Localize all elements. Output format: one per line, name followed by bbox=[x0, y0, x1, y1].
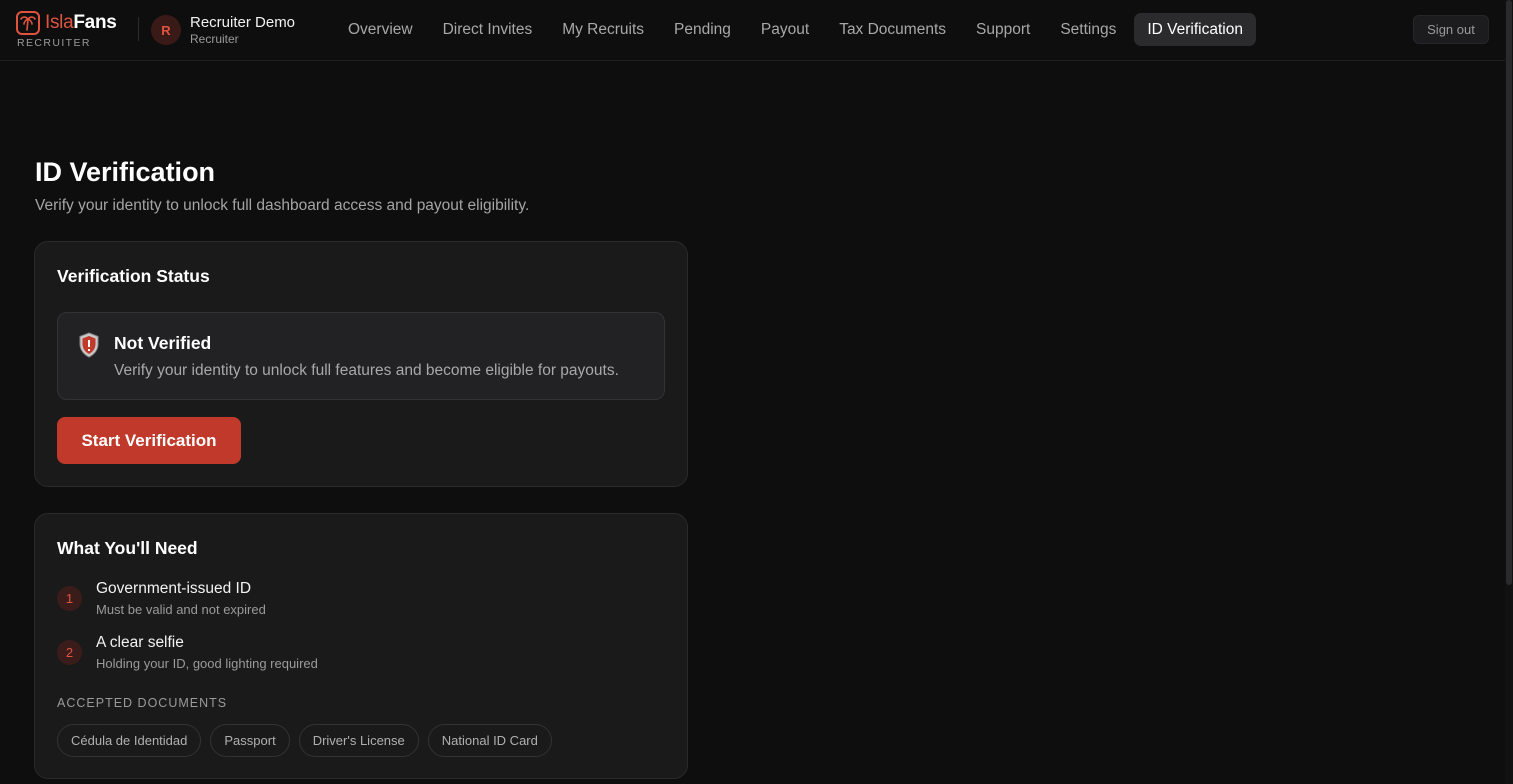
requirement-description: Must be valid and not expired bbox=[96, 602, 266, 617]
nav-item-overview[interactable]: Overview bbox=[333, 13, 428, 46]
status-badge: Not Verified bbox=[114, 333, 212, 353]
list-item: 1 Government-issued ID Must be valid and… bbox=[57, 580, 657, 624]
page-subtitle: Verify your identity to unlock full dash… bbox=[35, 197, 530, 214]
sign-out-button[interactable]: Sign out bbox=[1413, 15, 1489, 44]
nav-item-direct-invites[interactable]: Direct Invites bbox=[428, 13, 548, 46]
brand-logo-link[interactable]: IslaFans RECRUITER bbox=[16, 11, 126, 49]
document-chip: National ID Card bbox=[427, 724, 552, 757]
document-chip: Driver's License bbox=[298, 724, 419, 757]
main-nav: Overview Direct Invites My Recruits Pend… bbox=[333, 13, 1256, 46]
shield-icon bbox=[79, 332, 99, 358]
requirement-title: A clear selfie bbox=[96, 634, 184, 651]
user-name: Recruiter Demo bbox=[190, 14, 296, 31]
status-box: Not Verified Verify your identity to unl… bbox=[57, 312, 665, 400]
user-role: Recruiter bbox=[190, 32, 239, 46]
header-divider bbox=[138, 17, 139, 41]
nav-item-payout[interactable]: Payout bbox=[746, 13, 824, 46]
start-verification-button[interactable]: Start Verification bbox=[57, 417, 241, 464]
verification-status-card: Verification Status Not Verified Verify … bbox=[34, 241, 688, 487]
status-description: Verify your identity to unlock full feat… bbox=[114, 362, 619, 379]
card-title: Verification Status bbox=[57, 266, 210, 286]
list-item: 2 A clear selfie Holding your ID, good l… bbox=[57, 634, 657, 678]
document-chip: Cédula de Identidad bbox=[57, 724, 202, 757]
nav-item-id-verification[interactable]: ID Verification bbox=[1134, 13, 1256, 46]
nav-item-settings[interactable]: Settings bbox=[1045, 13, 1131, 46]
document-chip: Passport bbox=[210, 724, 290, 757]
scrollbar[interactable] bbox=[1505, 0, 1513, 784]
brand-name-part2: Fans bbox=[73, 12, 117, 33]
brand-name: IslaFans bbox=[45, 12, 117, 34]
card-title: What You'll Need bbox=[57, 538, 198, 558]
requirement-title: Government-issued ID bbox=[96, 580, 252, 597]
scrollbar-thumb[interactable] bbox=[1506, 0, 1512, 585]
brand-subtitle: RECRUITER bbox=[17, 37, 91, 49]
requirement-description: Holding your ID, good lighting required bbox=[96, 656, 318, 671]
nav-item-my-recruits[interactable]: My Recruits bbox=[547, 13, 659, 46]
requirements-card: What You'll Need 1 Government-issued ID … bbox=[34, 513, 688, 779]
step-number: 2 bbox=[57, 640, 82, 665]
accepted-documents-list: Cédula de Identidad Passport Driver's Li… bbox=[57, 724, 552, 757]
palm-logo-icon bbox=[16, 11, 40, 35]
page-title: ID Verification bbox=[35, 157, 216, 187]
brand-name-part1: Isla bbox=[45, 12, 74, 33]
top-navigation-bar: IslaFans RECRUITER R Recruiter Demo Recr… bbox=[0, 0, 1505, 61]
avatar: R bbox=[151, 15, 181, 45]
nav-item-support[interactable]: Support bbox=[961, 13, 1045, 46]
nav-item-tax-documents[interactable]: Tax Documents bbox=[824, 13, 961, 46]
accepted-documents-label: ACCEPTED DOCUMENTS bbox=[57, 696, 228, 710]
step-number: 1 bbox=[57, 586, 82, 611]
nav-item-pending[interactable]: Pending bbox=[659, 13, 746, 46]
